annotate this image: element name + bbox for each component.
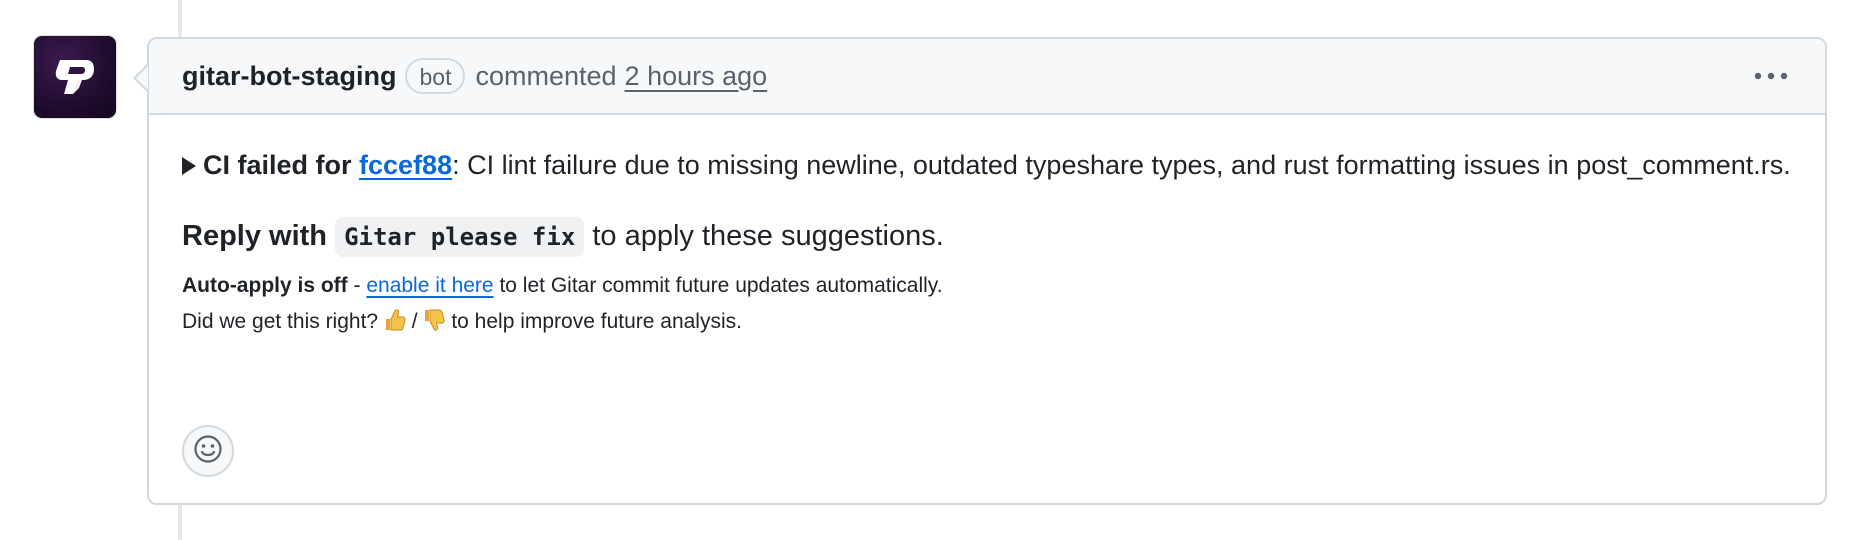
feedback-question: Did we get this right? (182, 310, 379, 333)
ci-summary-label: CI failed for (203, 150, 352, 180)
reply-instruction: Reply with Gitar please fix to apply the… (182, 214, 1792, 258)
feedback-rest-text: to help improve future analysis. (451, 310, 742, 333)
auto-apply-rest-text: to let Gitar commit future updates autom… (499, 274, 943, 297)
auto-apply-line: Auto-apply is off - enable it here to le… (182, 268, 1792, 304)
timeline-page: gitar-bot-staging bot commented 2 hours … (0, 0, 1854, 540)
reply-command-code: Gitar please fix (335, 217, 585, 257)
reply-label: Reply with (182, 220, 328, 252)
gitar-logo-icon (46, 48, 104, 106)
comment-action-text: commented (475, 60, 617, 91)
comment-timestamp-link[interactable]: 2 hours ago (625, 61, 768, 92)
comment-options-button[interactable] (1751, 61, 1791, 91)
comment-body: CI failed for fccef88: CI lint failure d… (149, 115, 1825, 344)
thumbs-up-icon (384, 308, 406, 344)
comment-header: gitar-bot-staging bot commented 2 hours … (149, 39, 1825, 115)
timeline-comment: gitar-bot-staging bot commented 2 hours … (147, 37, 1827, 505)
smiley-icon (193, 434, 223, 469)
author-avatar[interactable] (34, 36, 116, 118)
comment-caret-fill (136, 66, 148, 90)
auto-apply-status: Auto-apply is off (182, 274, 348, 297)
ci-summary-text: : CI lint failure due to missing newline… (452, 150, 1791, 180)
add-reaction-button[interactable] (182, 425, 234, 477)
enable-auto-apply-link[interactable]: enable it here (366, 274, 493, 297)
triangle-right-icon (182, 157, 196, 175)
kebab-horizontal-icon (1754, 67, 1788, 85)
feedback-line: Did we get this right? / to help improve… (182, 304, 1792, 344)
feedback-slash: / (411, 310, 418, 333)
author-link[interactable]: gitar-bot-staging (182, 61, 396, 92)
ci-summary-details[interactable]: CI failed for fccef88: CI lint failure d… (182, 144, 1792, 186)
thumbs-down-icon (423, 308, 446, 344)
auto-apply-separator: - (353, 274, 361, 297)
bot-badge: bot (405, 58, 466, 94)
commit-link[interactable]: fccef88 (359, 150, 452, 180)
reply-rest-text: to apply these suggestions. (592, 220, 944, 252)
